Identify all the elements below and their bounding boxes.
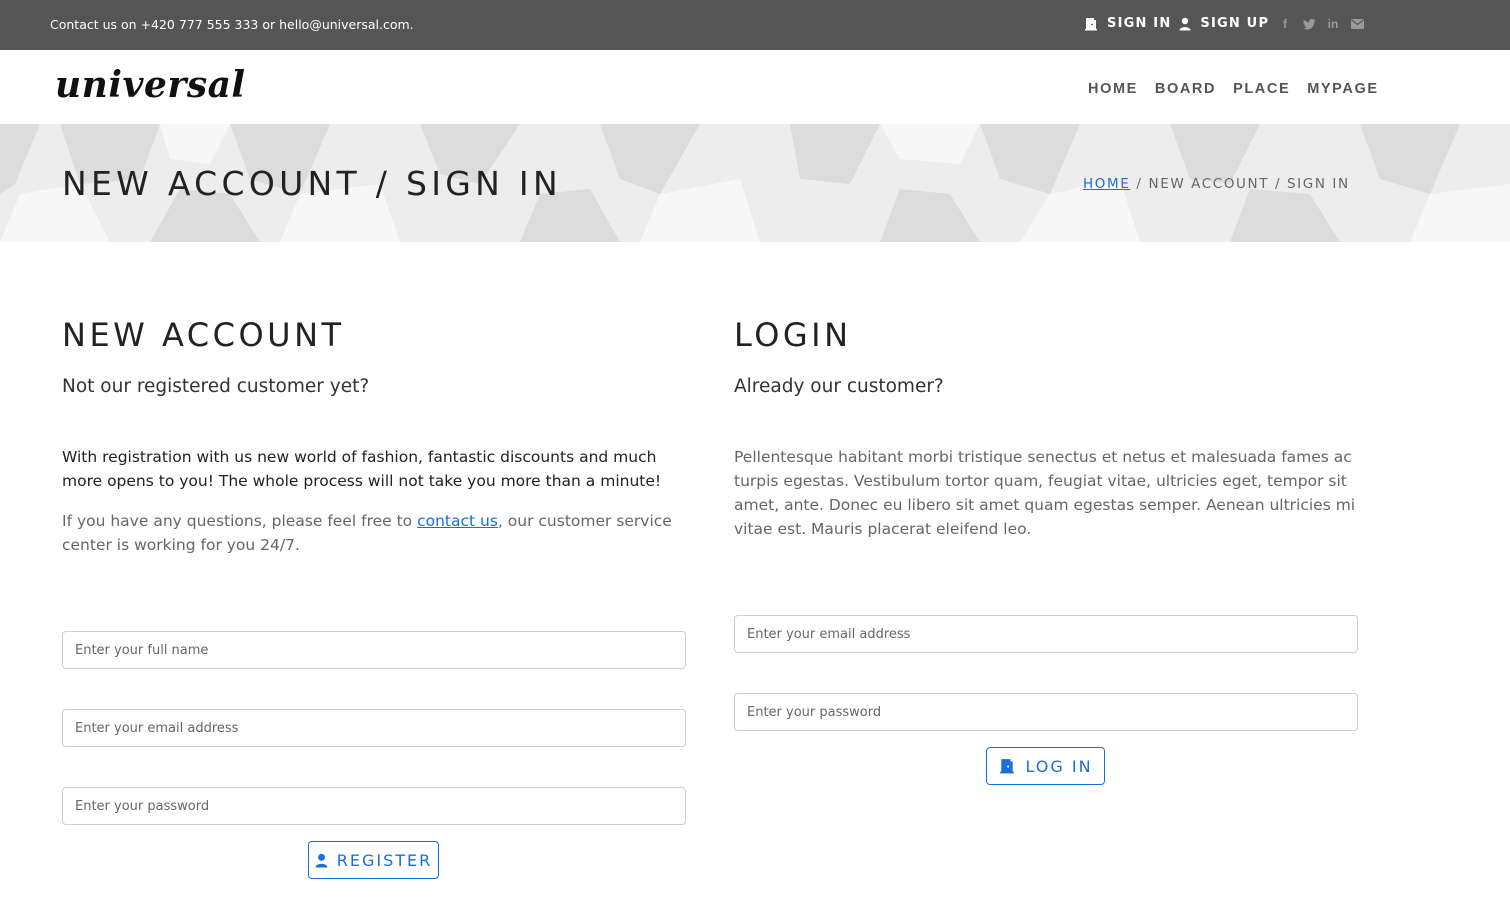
breadcrumb-current: NEW ACCOUNT / SIGN IN [1148,176,1350,192]
register-heading: NEW ACCOUNT [62,316,345,354]
main-navbar: universal HOME BOARD PLACE MYPAGE [0,50,1510,124]
login-button[interactable]: LOG IN [986,747,1105,785]
login-description: Pellentesque habitant morbi tristique se… [734,448,1356,538]
login-password-field[interactable] [734,693,1358,731]
user-icon [315,853,328,867]
sign-in-link[interactable]: SIGN IN [1084,16,1171,31]
full-name-input[interactable] [63,632,685,668]
login-email-input[interactable] [735,616,1357,652]
login-lead: Already our customer? [734,376,944,397]
register-button[interactable]: REGISTER [308,841,439,879]
login-section: LOGIN Already our customer? Pellentesque… [734,300,1358,785]
auth-links: SIGN IN SIGN UP [1084,16,1277,31]
sign-up-link[interactable]: SIGN UP [1179,16,1269,31]
register-lead: Not our registered customer yet? [62,376,370,397]
breadcrumb: HOME / NEW ACCOUNT / SIGN IN [1083,176,1350,192]
register-email-input[interactable] [63,710,685,746]
nav-item-home[interactable]: HOME [1088,81,1138,97]
breadcrumb-home-link[interactable]: HOME [1083,176,1130,192]
contact-us-link[interactable]: contact us [417,512,498,530]
register-password-field[interactable] [62,787,686,825]
login-email-field[interactable] [734,615,1358,653]
user-icon [1179,17,1191,30]
page-title: NEW ACCOUNT / SIGN IN [62,164,562,203]
login-button-label: LOG IN [1025,756,1093,776]
breadcrumb-separator: / [1136,176,1143,192]
register-email-field[interactable] [62,709,686,747]
logo[interactable]: universal [55,64,246,106]
sign-in-label: SIGN IN [1107,16,1172,31]
door-icon [1000,759,1015,774]
register-button-label: REGISTER [336,850,433,870]
social-links: f in [1278,16,1364,32]
nav-item-board[interactable]: BOARD [1155,81,1216,97]
email-icon[interactable] [1350,16,1364,32]
nav-item-mypage[interactable]: MYPAGE [1307,81,1378,97]
nav-item-place[interactable]: PLACE [1233,81,1290,97]
login-heading: LOGIN [734,316,852,354]
door-icon [1085,17,1097,30]
linkedin-icon[interactable]: in [1326,16,1340,32]
full-name-field[interactable] [62,631,686,669]
sign-up-label: SIGN UP [1200,16,1270,31]
register-section: NEW ACCOUNT Not our registered customer … [62,300,686,879]
top-bar: Contact us on +420 777 555 333 or hello@… [0,0,1510,50]
login-password-input[interactable] [735,694,1357,730]
register-password-input[interactable] [63,788,685,824]
facebook-icon[interactable]: f [1278,16,1292,32]
register-help-text: If you have any questions, please feel f… [62,512,672,554]
contact-info: Contact us on +420 777 555 333 or hello@… [50,17,414,32]
page-banner: NEW ACCOUNT / SIGN IN HOME / NEW ACCOUNT /… [0,124,1510,242]
main-menu: HOME BOARD PLACE MYPAGE [1088,81,1379,97]
register-description: With registration with us new world of f… [62,448,662,490]
twitter-icon[interactable] [1302,16,1316,32]
